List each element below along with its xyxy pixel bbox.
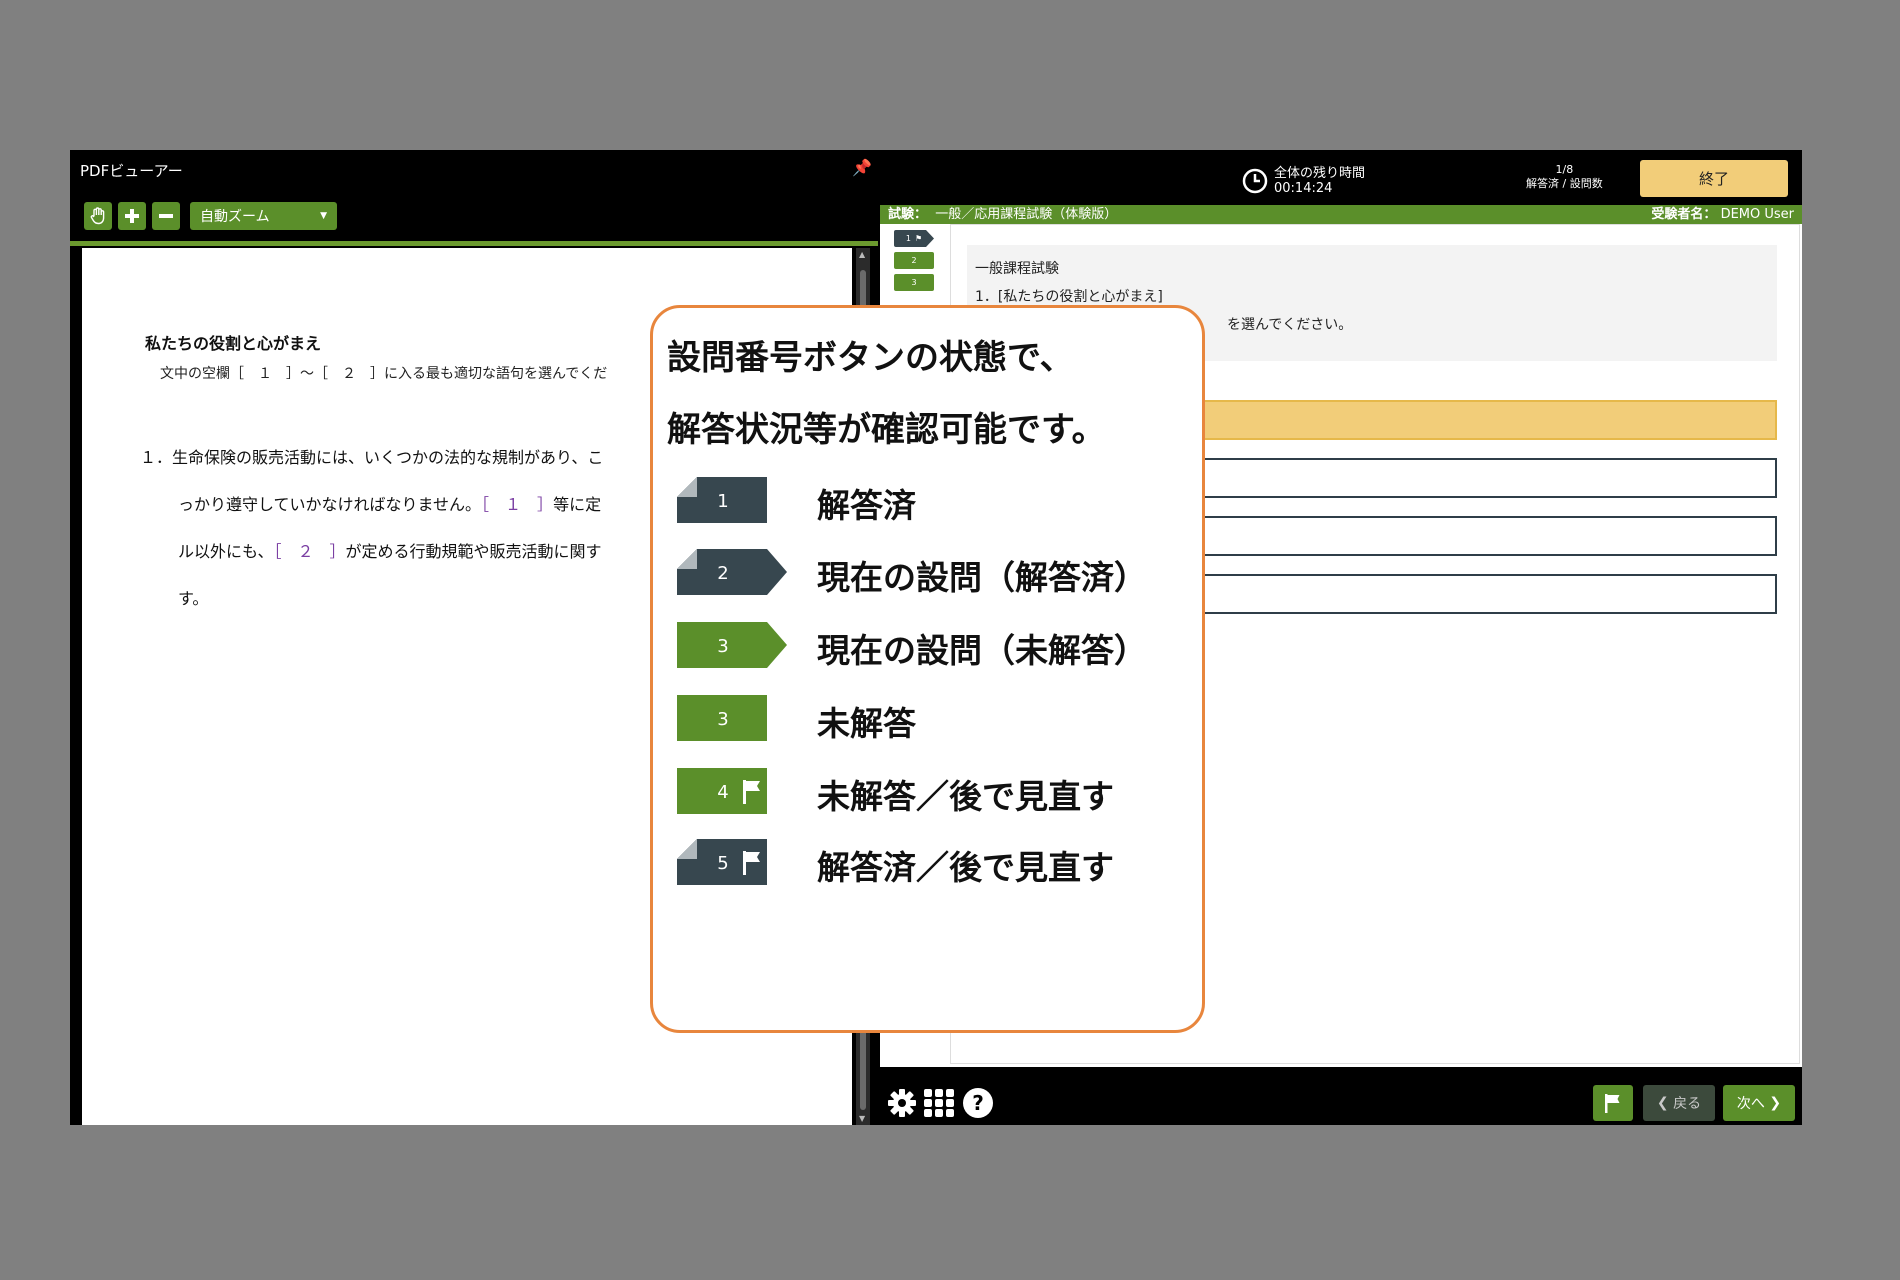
pdf-viewer-title: PDFビューアー xyxy=(80,162,183,180)
question-button-number: 5 xyxy=(717,853,728,874)
legend-item-current-unanswered: 3 現在の設問（未解答） xyxy=(677,620,1187,672)
doc-text: が定める行動規範や販売活動に関す xyxy=(345,542,602,561)
question-nav-button-1[interactable]: 1 ⚑ xyxy=(894,230,934,247)
back-button[interactable]: ❮ 戻る xyxy=(1643,1085,1715,1121)
help-icon[interactable]: ? xyxy=(962,1087,994,1123)
question-button-sample-icon: 3 xyxy=(677,622,787,668)
flag-review-button[interactable] xyxy=(1593,1085,1633,1121)
folded-corner xyxy=(677,839,697,859)
scroll-down-icon[interactable]: ▼ xyxy=(859,1114,865,1123)
button-shape xyxy=(677,622,787,668)
end-exam-button[interactable]: 終了 xyxy=(1640,160,1788,197)
chevron-left-icon: ❮ xyxy=(1656,1095,1674,1111)
exam-name: 試験： 一般／応用課程試験（体験版） xyxy=(888,205,1117,224)
legend-label: 解答済 xyxy=(817,486,916,525)
clock-icon xyxy=(1242,168,1268,194)
pdf-divider xyxy=(70,241,878,246)
hand-icon xyxy=(90,207,105,225)
examinee-label: 受験者名： xyxy=(1651,207,1717,222)
progress-fraction: 1/8 xyxy=(1555,163,1574,176)
doc-line-1: １．生命保険の販売活動には、いくつかの法的な規制があり、こ xyxy=(140,448,604,467)
remaining-time: 全体の残り時間 00:14:24 xyxy=(1242,166,1365,196)
doc-text: っかり遵守していかなければなりません。 xyxy=(178,495,482,514)
svg-text:?: ? xyxy=(972,1091,984,1115)
next-button[interactable]: 次へ ❯ xyxy=(1723,1085,1795,1121)
doc-text: 等に定 xyxy=(553,495,602,514)
exam-name-value: 一般／応用課程試験（体験版） xyxy=(935,207,1118,222)
question-button-sample-icon: 1 xyxy=(677,477,767,523)
flag-icon xyxy=(743,851,746,875)
zoom-in-button[interactable] xyxy=(118,202,146,230)
legend-item-unanswered: 3 未解答 xyxy=(677,693,1187,745)
flag-icon xyxy=(1605,1094,1620,1113)
legend-item-unanswered-flag: 4 未解答／後で見直す xyxy=(677,766,1187,818)
pdf-toolbar: 自動ズーム ▼ xyxy=(84,202,337,230)
zoom-out-button[interactable] xyxy=(152,202,180,230)
question-nav-number: 1 xyxy=(905,234,911,243)
legend-label: 未解答／後で見直す xyxy=(817,777,1114,816)
scroll-up-icon[interactable]: ▲ xyxy=(859,250,865,259)
timer-value: 00:14:24 xyxy=(1274,181,1333,196)
exam-label: 試験： xyxy=(888,207,928,222)
flag-icon: ⚑ xyxy=(914,234,923,243)
caret-down-icon: ▼ xyxy=(320,211,327,221)
examinee-name: DEMO User xyxy=(1720,207,1794,222)
chevron-right-icon: ❯ xyxy=(1764,1095,1782,1111)
examinee: 受験者名： DEMO User xyxy=(1651,205,1794,224)
timer-label: 全体の残り時間 xyxy=(1274,166,1366,181)
doc-instruction: 文中の空欄［ １ ］～［ ２ ］に入る最も適切な語句を選んでくだ xyxy=(160,366,608,382)
doc-line-3: ル以外にも、［ ２ ］が定める行動規範や販売活動に関す xyxy=(178,538,602,562)
legend-item-current-answered: 2 現在の設問（解答済） xyxy=(677,547,1187,599)
question-section: 一般課程試験 xyxy=(975,261,1059,277)
settings-icon[interactable] xyxy=(886,1087,918,1123)
legend-label: 解答済／後で見直す xyxy=(817,848,1114,887)
minus-icon xyxy=(159,214,173,218)
timer-text: 全体の残り時間 00:14:24 xyxy=(1274,166,1365,196)
progress-label: 解答済 / 設問数 xyxy=(1526,177,1603,190)
exam-info-bar: 試験： 一般／応用課程試験（体験版） 受験者名： DEMO User xyxy=(880,205,1802,224)
next-label: 次へ xyxy=(1736,1096,1765,1112)
legend-item-answered-flag: 5 解答済／後で見直す xyxy=(677,837,1187,889)
pin-icon[interactable]: 📌 xyxy=(852,158,872,177)
status-legend-callout: 設問番号ボタンの状態で、 解答状況等が確認可能です。 1 解答済 2 現在の設問（解答… xyxy=(650,305,1205,1033)
question-button-sample-icon: 5 xyxy=(677,839,767,885)
legend-label: 現在の設問（解答済） xyxy=(817,558,1147,597)
question-button-sample-icon: 2 xyxy=(677,549,787,595)
flag-icon xyxy=(743,780,746,804)
folded-corner xyxy=(677,477,697,497)
answer-progress: 1/8 解答済 / 設問数 xyxy=(1526,163,1603,191)
plus-icon xyxy=(125,209,139,223)
question-button-number: 1 xyxy=(717,491,728,512)
question-button-sample-icon: 4 xyxy=(677,768,767,814)
question-button-number: 4 xyxy=(717,782,728,803)
question-button-sample-icon: 3 xyxy=(677,695,767,741)
question-button-number: 3 xyxy=(717,636,728,657)
blank-1: ［ １ ］ xyxy=(481,495,554,514)
callout-heading-line-2: 解答状況等が確認可能です。 xyxy=(667,410,1106,450)
footer-bar: ? ❮ 戻る 次へ ❯ xyxy=(880,1077,1802,1125)
question-nav-button-3[interactable]: 3 xyxy=(894,274,934,291)
zoom-select[interactable]: 自動ズーム ▼ xyxy=(190,202,337,230)
doc-line-4: す。 xyxy=(178,589,209,608)
question-button-number: 2 xyxy=(717,563,728,584)
legend-label: 未解答 xyxy=(817,704,916,743)
grid-menu-icon[interactable] xyxy=(924,1089,954,1121)
back-label: 戻る xyxy=(1673,1096,1702,1112)
doc-heading: 私たちの役割と心がまえ xyxy=(145,334,322,353)
doc-text: ル以外にも、 xyxy=(178,542,274,561)
blank-2: ［ ２ ］ xyxy=(273,542,346,561)
question-nav-number: 3 xyxy=(911,278,917,287)
question-button-number: 3 xyxy=(717,709,728,730)
legend-label: 現在の設問（未解答） xyxy=(817,631,1147,670)
question-nav-number: 2 xyxy=(911,256,917,265)
folded-corner xyxy=(677,549,697,569)
legend-item-answered: 1 解答済 xyxy=(677,475,1187,527)
zoom-select-value: 自動ズーム xyxy=(200,209,270,225)
question-nav-button-2[interactable]: 2 xyxy=(894,252,934,269)
callout-heading-line-1: 設問番号ボタンの状態で、 xyxy=(667,338,1074,378)
doc-line-2: っかり遵守していかなければなりません。［ １ ］等に定 xyxy=(178,491,601,515)
hand-tool-button[interactable] xyxy=(84,202,112,230)
